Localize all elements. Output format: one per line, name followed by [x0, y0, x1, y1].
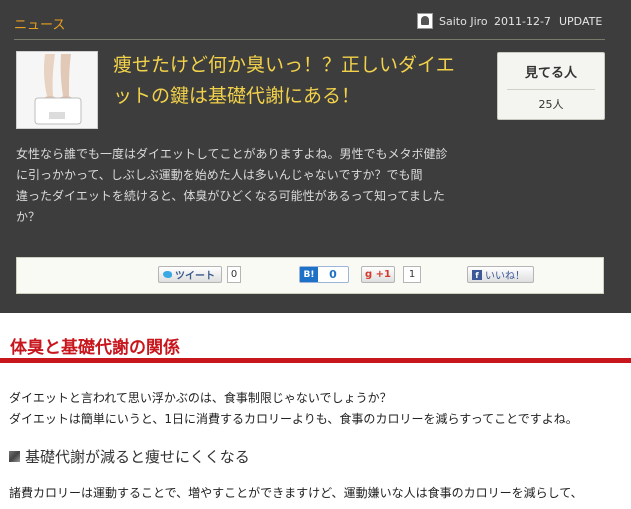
subheading-text: 基礎代謝が減ると痩せにくくなる	[25, 448, 250, 466]
section-heading: 体臭と基礎代謝の関係	[10, 338, 180, 358]
scale-feet-photo-icon	[17, 52, 97, 128]
facebook-icon: f	[472, 269, 482, 280]
section-heading-underline	[0, 358, 631, 363]
google-plus-label: +1	[375, 269, 391, 280]
share-bar: ツイート 0 B! 0 g +1 1 f いいね！	[16, 257, 604, 294]
header-divider	[14, 39, 605, 40]
article-title-line: ットの鍵は基礎代謝にある！	[113, 85, 361, 107]
views-count: 25人	[538, 98, 564, 111]
body-line: ダイエットは簡単にいうと、1日に消費するカロリーよりも、食事のカロリーを減らすっ…	[9, 412, 578, 426]
article-thumbnail[interactable]	[16, 51, 98, 129]
excerpt-line: に引っかかって、しぶしぶ運動を始めた人は多いんじゃないですか？でも間	[16, 168, 423, 182]
views-divider	[507, 89, 595, 90]
hatena-bookmark-icon: B!	[300, 267, 318, 282]
author-avatar-icon	[417, 13, 433, 29]
tweet-label: ツイート	[175, 271, 215, 282]
twitter-bird-icon	[163, 271, 172, 278]
tweet-button[interactable]: ツイート	[158, 266, 222, 283]
hatena-bookmark-button[interactable]: B! 0	[299, 266, 349, 283]
article-excerpt: 女性なら誰でも一度はダイエットしてことがありますよね。男性でもメタボ健診 に引っ…	[16, 144, 471, 228]
views-label: 見てる人	[524, 66, 577, 81]
body-line: ダイエットと言われて思い浮かぶのは、食事制限じゃないでしょうか？	[9, 391, 392, 405]
google-plus-icon: g	[365, 269, 373, 280]
excerpt-line: か？	[16, 210, 41, 224]
article-title-line: 痩せたけど何か臭いっ！？正しいダイエ	[113, 54, 455, 76]
author-name[interactable]: Saito Jiro	[439, 15, 488, 28]
category-label[interactable]: ニュース	[14, 14, 65, 33]
excerpt-line: 違ったダイエットを続けると、体臭がひどくなる可能性があるって知ってました	[16, 189, 445, 203]
article-title[interactable]: 痩せたけど何か臭いっ！？正しいダイエ ットの鍵は基礎代謝にある！	[113, 50, 473, 112]
excerpt-line: 女性なら誰でも一度はダイエットしてことがありますよね。男性でもメタボ健診	[16, 147, 448, 161]
body-paragraph: ダイエットと言われて思い浮かぶのは、食事制限じゃないでしょうか？ ダイエットは簡…	[9, 388, 624, 430]
author-info: Saito Jiro	[417, 12, 488, 30]
views-box: 見てる人 25人	[497, 52, 605, 120]
hatena-count: 0	[329, 268, 337, 281]
post-date: 2011-12-7	[494, 15, 551, 28]
update-label: UPDATE	[559, 15, 603, 28]
google-plus-button[interactable]: g +1	[361, 266, 395, 283]
google-plus-count: 1	[403, 266, 421, 283]
body-paragraph-2: 諸費カロリーは運動することで、増やすことができますけど、運動嫌いな人は食事のカロ…	[9, 486, 583, 500]
facebook-like-button[interactable]: f いいね！	[467, 266, 534, 283]
subheading: 基礎代謝が減ると痩せにくくなる	[9, 446, 250, 467]
facebook-like-label: いいね！	[485, 271, 525, 282]
tweet-count: 0	[227, 266, 241, 283]
square-bullet-icon	[9, 451, 20, 462]
